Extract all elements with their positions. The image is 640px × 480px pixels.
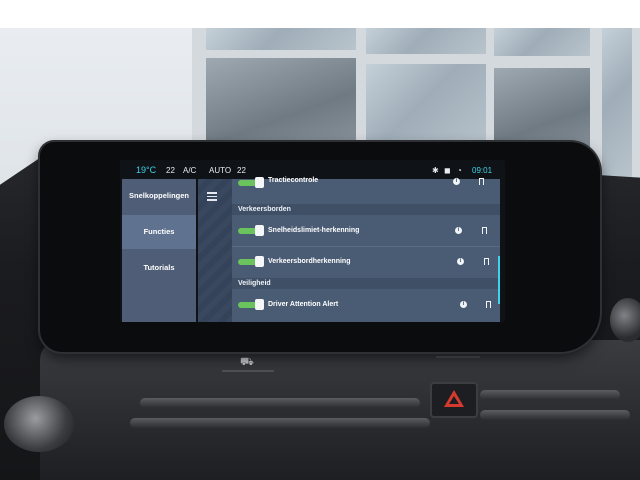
hazard-button[interactable] xyxy=(430,382,478,418)
menu-item-label: Functies xyxy=(143,227,175,236)
bookmark-icon[interactable] xyxy=(479,178,484,187)
infotainment-screen: 19°C 22 A/C AUTO 22 ✱ ◼ ◔ 09:01 Snelkopp… xyxy=(120,160,505,322)
list-item-verkeersbordherkenning[interactable]: Verkeersbordherkenning i xyxy=(232,247,500,277)
item-label: Snelheidslimiet-herkenning xyxy=(268,227,360,234)
side-menu: Snelkoppelingen Functies Tutorials xyxy=(122,179,196,322)
item-label: Verkeersbordherkenning xyxy=(268,258,351,265)
car-shortcut-icon[interactable]: ⛟ xyxy=(240,356,254,370)
air-vent xyxy=(140,398,420,408)
temperature-readout[interactable]: 19°C xyxy=(136,165,156,175)
info-icon[interactable]: i xyxy=(455,227,462,234)
air-vent xyxy=(480,390,620,400)
section-header: Verkeersborden xyxy=(232,204,500,215)
shortcut-key[interactable] xyxy=(222,370,274,372)
scrollbar[interactable] xyxy=(498,256,500,304)
list-item-driver-attention[interactable]: Driver Attention Alert i xyxy=(232,290,500,320)
control-knob[interactable] xyxy=(610,298,640,342)
menu-item-label: Tutorials xyxy=(143,263,175,272)
air-vent xyxy=(130,418,430,428)
bookmark-icon[interactable] xyxy=(482,227,487,236)
toggle-switch[interactable] xyxy=(238,177,264,188)
home-key[interactable] xyxy=(436,356,480,358)
volume-knob[interactable] xyxy=(4,396,74,452)
info-icon[interactable]: i xyxy=(457,258,464,265)
item-label: Driver Attention Alert xyxy=(268,301,339,308)
list-item-snelheidslimiet[interactable]: Snelheidslimiet-herkenning i xyxy=(232,216,500,246)
info-icon[interactable]: i xyxy=(453,178,460,185)
bookmark-icon[interactable] xyxy=(486,301,491,310)
info-icon[interactable]: i xyxy=(460,301,467,308)
menu-item-functies[interactable]: Functies xyxy=(122,215,196,249)
toggle-switch[interactable] xyxy=(238,225,264,236)
list-item-tractiecontrole[interactable]: Tractiecontrole i xyxy=(232,171,500,193)
toggle-switch[interactable] xyxy=(238,299,264,310)
menu-item-tutorials[interactable]: Tutorials xyxy=(122,263,196,279)
air-vent xyxy=(480,410,630,420)
bookmark-icon[interactable] xyxy=(484,258,489,267)
item-label: Tractiecontrole xyxy=(268,177,319,184)
auto-button[interactable]: AUTO xyxy=(209,166,231,175)
menu-item-snelkoppelingen[interactable]: Snelkoppelingen xyxy=(122,191,196,207)
hamburger-icon[interactable] xyxy=(207,192,217,201)
section-header: Veiligheid xyxy=(232,278,500,289)
menu-item-label: Snelkoppelingen xyxy=(128,191,189,200)
toggle-switch[interactable] xyxy=(238,256,264,267)
fan-level[interactable]: 22 xyxy=(166,166,175,175)
settings-list: Tractiecontrole i Verkeersborden Snelhei… xyxy=(232,177,500,322)
ac-button[interactable]: A/C xyxy=(183,166,196,175)
